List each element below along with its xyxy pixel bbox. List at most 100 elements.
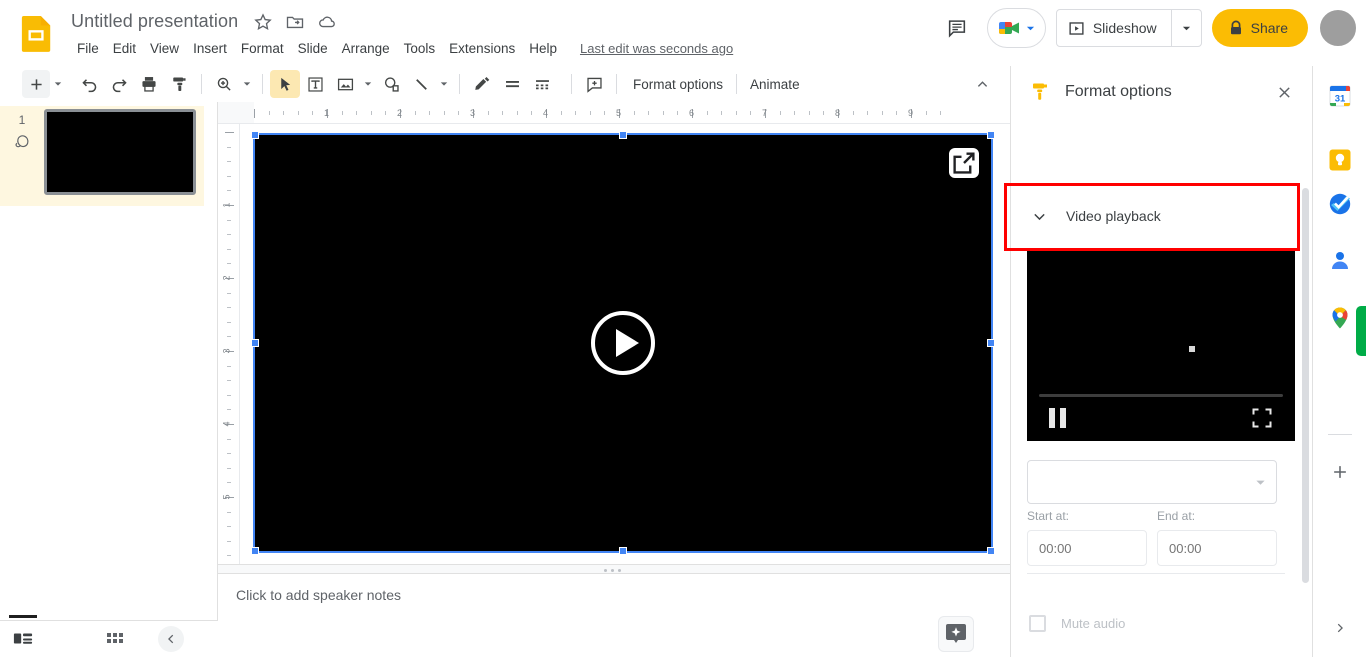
resize-handle-bc[interactable] xyxy=(619,547,627,555)
ruler-tick xyxy=(648,111,650,115)
video-object[interactable] xyxy=(253,133,993,553)
google-contacts-icon[interactable] xyxy=(1328,248,1352,272)
slideshow-dropdown-button[interactable] xyxy=(1170,10,1201,46)
redo-button[interactable] xyxy=(104,70,134,98)
print-button[interactable] xyxy=(134,70,164,98)
google-calendar-icon[interactable]: 31 xyxy=(1328,84,1352,108)
mute-audio-row[interactable]: Mute audio xyxy=(1029,615,1125,632)
open-in-new-icon[interactable] xyxy=(949,148,979,178)
zoom-dropdown[interactable] xyxy=(239,70,255,98)
pen-button[interactable] xyxy=(467,70,497,98)
video-playback-section-header[interactable]: Video playback xyxy=(1011,184,1299,248)
resize-handle-tc[interactable] xyxy=(619,131,627,139)
image-dropdown[interactable] xyxy=(360,70,376,98)
slide-thumbnail-preview[interactable] xyxy=(44,109,196,195)
layout-button[interactable] xyxy=(527,70,557,98)
ruler-tick xyxy=(589,111,591,115)
menu-insert[interactable]: Insert xyxy=(186,38,234,59)
svg-text:31: 31 xyxy=(1335,94,1346,105)
chevron-down-icon[interactable] xyxy=(1031,208,1048,225)
background-button[interactable] xyxy=(497,70,527,98)
ruler-label: 1 xyxy=(324,108,330,118)
line-dropdown[interactable] xyxy=(436,70,452,98)
resize-handle-tr[interactable] xyxy=(987,131,995,139)
end-at-input[interactable] xyxy=(1157,530,1277,566)
star-icon[interactable] xyxy=(253,12,273,32)
filmstrip-view-button[interactable] xyxy=(0,615,46,654)
transition-icon[interactable] xyxy=(12,132,32,152)
new-slide-button[interactable] xyxy=(22,70,50,98)
ruler-tick xyxy=(297,111,299,115)
menu-help[interactable]: Help xyxy=(522,38,564,59)
google-maps-icon[interactable] xyxy=(1328,306,1352,330)
grid-view-button[interactable] xyxy=(92,624,138,654)
resize-handle-mr[interactable] xyxy=(987,339,995,347)
speaker-notes-pane[interactable]: Click to add speaker notes xyxy=(218,574,1010,657)
paint-format-button[interactable] xyxy=(164,70,194,98)
slide-canvas-area[interactable] xyxy=(240,124,1010,564)
slideshow-button[interactable]: Slideshow xyxy=(1057,10,1171,46)
vertical-ruler[interactable]: 1 2 3 4 5 xyxy=(218,124,240,564)
new-slide-dropdown[interactable] xyxy=(50,70,66,98)
share-button[interactable]: Share xyxy=(1211,9,1308,47)
add-addon-button[interactable] xyxy=(1326,458,1354,486)
pause-button[interactable] xyxy=(1049,407,1071,429)
mute-audio-checkbox[interactable] xyxy=(1029,615,1046,632)
shape-button[interactable] xyxy=(376,70,406,98)
ruler-tick xyxy=(458,111,460,115)
menu-tools[interactable]: Tools xyxy=(397,38,443,59)
playback-mode-select[interactable] xyxy=(1027,460,1277,504)
line-button[interactable] xyxy=(406,70,436,98)
menu-extensions[interactable]: Extensions xyxy=(442,38,522,59)
resize-handle-tl[interactable] xyxy=(251,131,259,139)
cloud-saved-icon[interactable] xyxy=(317,12,337,32)
expand-rail-button[interactable] xyxy=(1326,614,1354,642)
menu-arrange[interactable]: Arrange xyxy=(335,38,397,59)
fullscreen-button[interactable] xyxy=(1251,407,1273,429)
google-keep-icon[interactable] xyxy=(1328,148,1352,172)
insert-comment-button[interactable] xyxy=(579,70,609,98)
menu-format[interactable]: Format xyxy=(234,38,291,59)
comment-history-button[interactable] xyxy=(937,8,977,48)
menu-edit[interactable]: Edit xyxy=(106,38,143,59)
ruler-label: 5 xyxy=(616,108,622,118)
resize-handle-br[interactable] xyxy=(987,547,995,555)
caret-down-icon[interactable] xyxy=(1255,477,1266,488)
horizontal-ruler[interactable]: 1 2 3 4 5 6 7 8 9 xyxy=(218,102,1010,124)
toolbar-divider-5 xyxy=(616,74,617,94)
caret-down-icon xyxy=(243,82,251,86)
speaker-notes-placeholder[interactable]: Click to add speaker notes xyxy=(236,587,401,603)
close-panel-button[interactable] xyxy=(1269,77,1299,107)
meet-button[interactable] xyxy=(986,8,1046,48)
document-title[interactable]: Untitled presentation xyxy=(68,10,241,33)
ruler-tick xyxy=(881,111,883,115)
format-options-tab[interactable]: Format options xyxy=(624,73,732,96)
slide-thumbnail-item[interactable]: 1 xyxy=(0,106,204,206)
video-preview[interactable] xyxy=(1027,251,1295,441)
meet-side-widget[interactable] xyxy=(1356,306,1366,356)
menu-view[interactable]: View xyxy=(143,38,186,59)
panel-scrollbar[interactable] xyxy=(1302,188,1309,583)
insert-image-button[interactable] xyxy=(330,70,360,98)
undo-button[interactable] xyxy=(74,70,104,98)
collapse-filmstrip-button[interactable] xyxy=(158,626,184,652)
explore-button[interactable] xyxy=(938,616,974,652)
menu-file[interactable]: File xyxy=(70,38,106,59)
google-tasks-icon[interactable] xyxy=(1328,192,1352,216)
select-tool-button[interactable] xyxy=(270,70,300,98)
zoom-button[interactable] xyxy=(209,70,239,98)
collapse-toolbar-button[interactable] xyxy=(968,70,996,98)
notes-resize-handle[interactable] xyxy=(218,564,1010,574)
last-edit-status[interactable]: Last edit was seconds ago xyxy=(580,41,733,56)
resize-handle-ml[interactable] xyxy=(251,339,259,347)
video-progress-bar[interactable] xyxy=(1039,394,1283,397)
ruler-label: 6 xyxy=(689,108,695,118)
avatar[interactable] xyxy=(1318,8,1358,48)
play-circle-icon[interactable] xyxy=(588,308,658,378)
menu-slide[interactable]: Slide xyxy=(291,38,335,59)
move-to-folder-icon[interactable] xyxy=(285,12,305,32)
resize-handle-bl[interactable] xyxy=(251,547,259,555)
start-at-input[interactable] xyxy=(1027,530,1147,566)
animate-tab[interactable]: Animate xyxy=(741,73,809,96)
text-box-button[interactable] xyxy=(300,70,330,98)
